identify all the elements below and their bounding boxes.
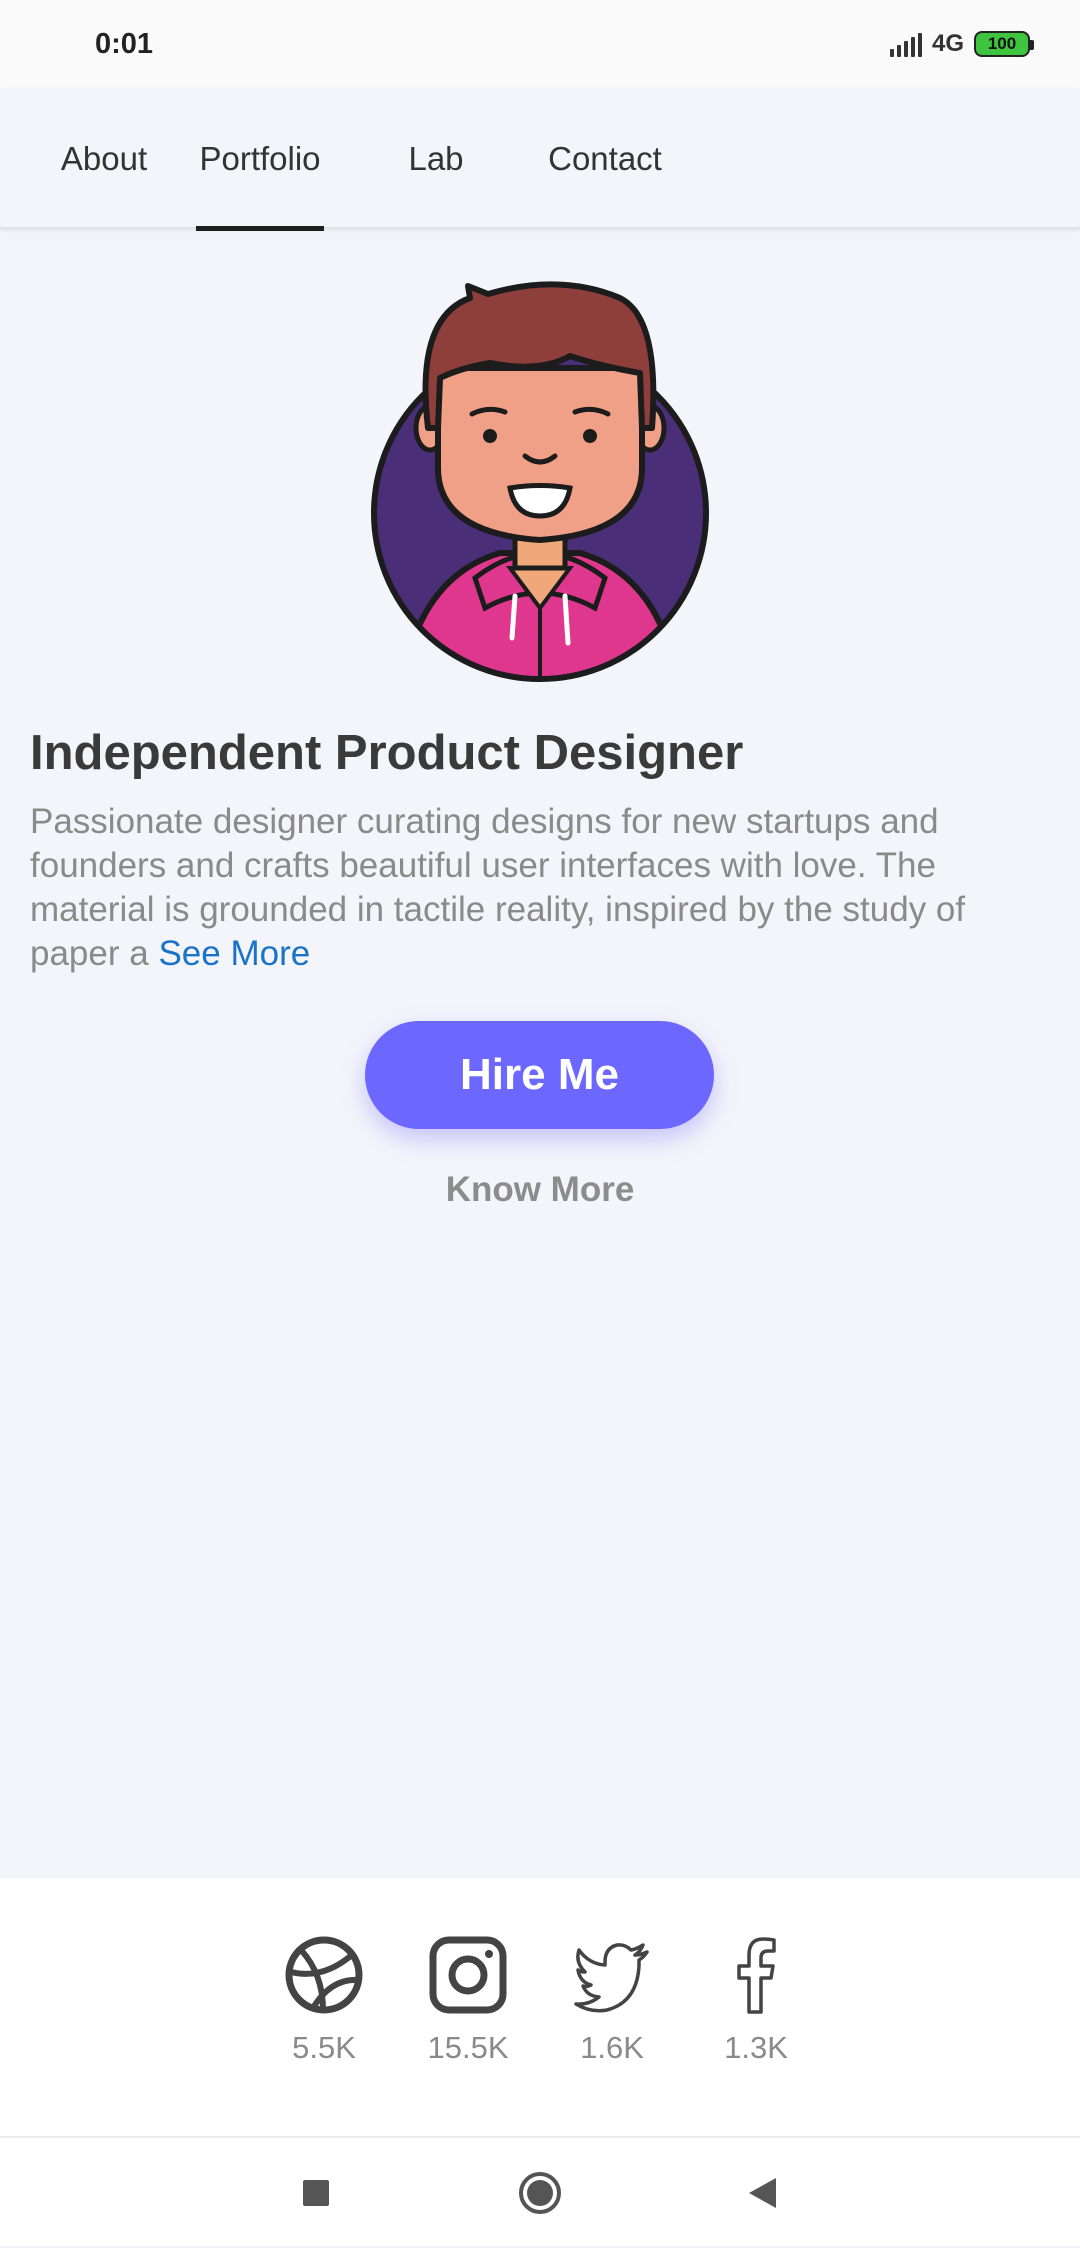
facebook-count: 1.3K — [724, 2030, 788, 2065]
home-button[interactable] — [480, 2138, 600, 2248]
dribbble-count: 5.5K — [292, 2030, 356, 2065]
tab-lab[interactable]: Lab — [402, 88, 470, 229]
signal-icon — [889, 31, 922, 57]
know-more-button[interactable]: Know More — [340, 1170, 740, 1210]
social-panel: 5.5K 15.5K 1.6K 1.3K — [0, 1878, 1080, 2136]
facebook-icon — [737, 1937, 776, 2014]
twitter-icon — [574, 1943, 649, 2013]
social-facebook[interactable]: 1.3K — [696, 1934, 816, 2066]
status-bar: 0:01 4G 100 — [0, 0, 1080, 88]
social-instagram[interactable]: 15.5K — [408, 1934, 528, 2066]
recents-button[interactable] — [256, 2138, 376, 2248]
square-icon — [303, 2180, 329, 2206]
status-indicators: 4G 100 — [889, 30, 1034, 58]
battery-icon: 100 — [974, 31, 1034, 57]
bio-text: Passionate designer curating designs for… — [30, 800, 1050, 976]
tab-about[interactable]: About — [40, 88, 168, 229]
avatar — [360, 278, 720, 698]
instagram-count: 15.5K — [427, 2030, 509, 2065]
see-more-link[interactable]: See More — [158, 934, 310, 973]
hire-me-button[interactable]: Hire Me — [365, 1021, 714, 1129]
twitter-count: 1.6K — [580, 2030, 644, 2065]
circle-icon — [519, 2172, 561, 2214]
social-dribbble[interactable]: 5.5K — [264, 1934, 384, 2066]
dribbble-icon — [285, 1936, 363, 2014]
network-type: 4G — [931, 30, 964, 57]
tab-label: Lab — [408, 139, 464, 177]
tab-label: Contact — [548, 139, 662, 177]
avatar-illustration — [371, 281, 709, 682]
instagram-icon — [429, 1936, 507, 2014]
tab-label: About — [60, 139, 148, 177]
tab-label: Portfolio — [199, 139, 321, 177]
back-button[interactable] — [702, 2138, 822, 2248]
status-time: 0:01 — [95, 27, 154, 60]
social-twitter[interactable]: 1.6K — [552, 1934, 672, 2066]
tab-bar: About Portfolio Lab Contact — [0, 88, 1080, 231]
battery-level: 100 — [987, 34, 1017, 53]
back-triangle-icon — [749, 2178, 776, 2208]
tab-portfolio[interactable]: Portfolio — [196, 88, 324, 231]
tab-contact[interactable]: Contact — [546, 88, 664, 229]
headline: Independent Product Designer — [30, 726, 744, 780]
system-nav-bar — [0, 2136, 1080, 2246]
